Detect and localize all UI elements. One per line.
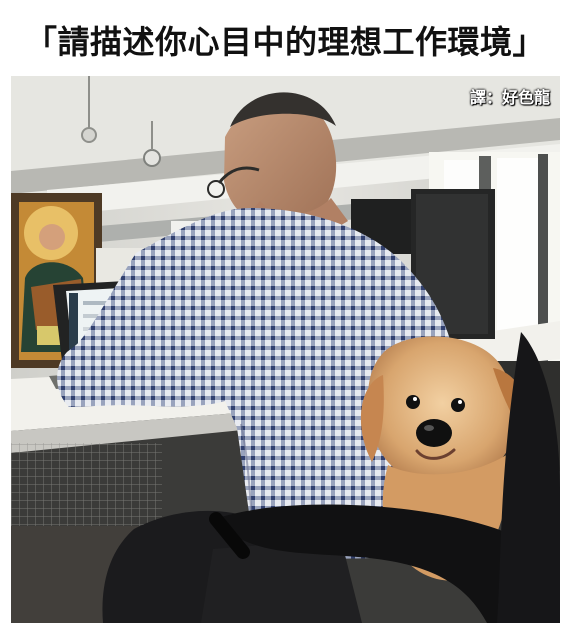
- meme-title: 「請描述你心目中的理想工作環境」: [24, 23, 545, 61]
- office-photo: 譯：好色龍: [11, 76, 560, 623]
- translator-credit: 譯：好色龍: [469, 88, 550, 107]
- office-photo-illustration: [11, 76, 560, 623]
